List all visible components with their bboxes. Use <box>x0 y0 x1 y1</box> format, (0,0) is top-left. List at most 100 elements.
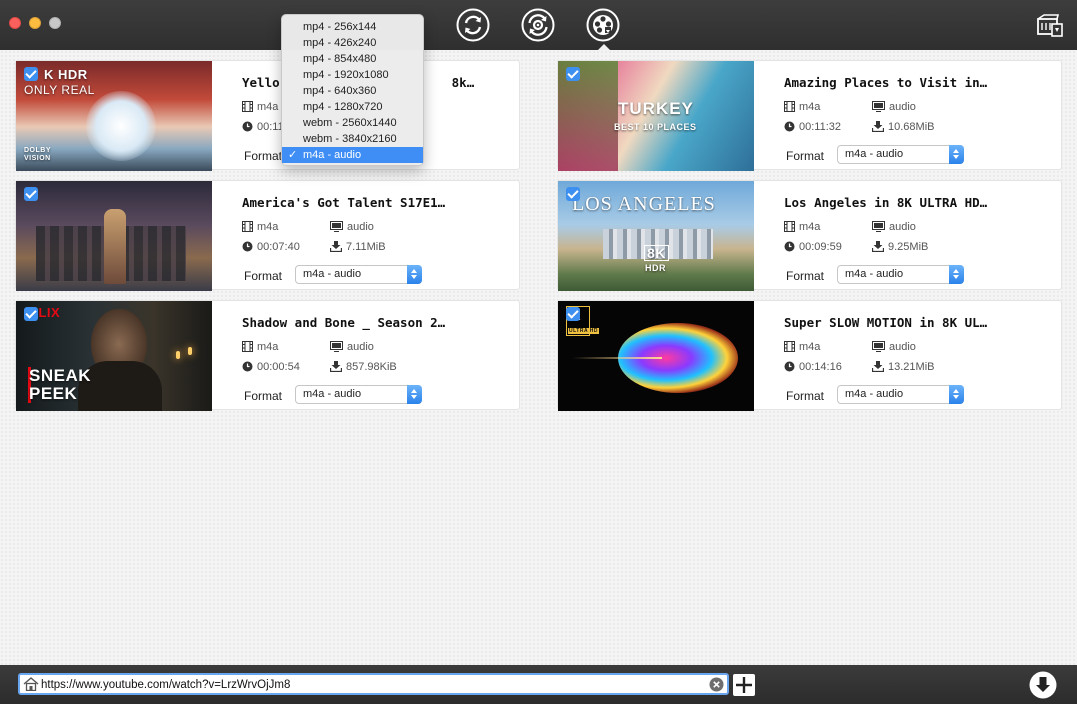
duration: 00:00:54 <box>242 361 300 373</box>
duration: 00:11:32 <box>784 121 841 133</box>
clock-icon <box>784 361 795 372</box>
format-option[interactable]: webm - 2560x1440 <box>282 115 423 131</box>
download-icon <box>330 241 342 252</box>
select-checkbox[interactable] <box>24 187 38 201</box>
video-thumbnail[interactable]: K ULTRA HD <box>558 301 754 411</box>
plus-icon <box>736 677 752 693</box>
video-card[interactable]: K ULTRA HD Super SLOW MOTION in 8K UL… m… <box>557 300 1062 411</box>
video-title: Shadow and Bone _ Season 2… <box>242 315 446 330</box>
media-kind: audio <box>872 341 916 353</box>
clock-icon <box>242 361 253 372</box>
duration: 00:14:16 <box>784 361 842 373</box>
video-card[interactable]: FLIX SNEAK PEEK Shadow and Bone _ Season… <box>15 300 520 411</box>
format-label: Format <box>786 149 825 163</box>
format-label: Format <box>786 269 825 283</box>
video-card[interactable]: LOS ANGELES 8K HDR Los Angeles in 8K ULT… <box>557 180 1062 291</box>
video-library-button[interactable] <box>1036 14 1064 38</box>
clear-icon[interactable] <box>709 677 724 692</box>
refresh-gear-icon <box>521 8 555 42</box>
select-checkbox[interactable] <box>566 187 580 201</box>
format-dropdown-menu: mp4 - 256x144 mp4 - 426x240 mp4 - 854x48… <box>281 14 424 166</box>
video-thumbnail[interactable]: FLIX SNEAK PEEK <box>16 301 212 411</box>
select-checkbox[interactable] <box>566 307 580 321</box>
url-input[interactable] <box>41 676 701 693</box>
thumbnail-text: K HDR <box>44 67 88 82</box>
format-select[interactable]: m4a - audio <box>295 265 422 284</box>
video-thumbnail[interactable]: LOS ANGELES 8K HDR <box>558 181 754 291</box>
media-kind: audio <box>330 221 374 233</box>
add-url-button[interactable] <box>733 674 755 696</box>
thumbnail-text: DOLBY VISION <box>24 147 51 162</box>
format-option[interactable]: mp4 - 854x480 <box>282 51 423 67</box>
download-mode-button[interactable] <box>586 8 620 50</box>
video-title: Amazing Places to Visit in… <box>784 75 988 90</box>
film-icon <box>242 101 253 112</box>
video-list: K HDR ONLY REAL DOLBY VISION Yello 8k… m4… <box>0 50 1077 665</box>
film-clapper-icon <box>1037 14 1063 37</box>
format-select[interactable]: m4a - audio <box>837 385 964 404</box>
file-size: 10.68MiB <box>872 121 934 133</box>
monitor-icon <box>330 221 343 232</box>
format-option[interactable]: mp4 - 1920x1080 <box>282 67 423 83</box>
bottom-bar <box>0 665 1077 704</box>
clock-icon <box>784 241 795 252</box>
format-option[interactable]: mp4 - 426x240 <box>282 35 423 51</box>
format-type: m4a <box>242 101 278 113</box>
video-card[interactable]: America's Got Talent S17E1… m4a audio 00… <box>15 180 520 291</box>
format-select-value: m4a - audio <box>845 148 904 160</box>
format-type: m4a <box>242 221 278 233</box>
download-icon <box>872 241 884 252</box>
format-select-value: m4a - audio <box>845 388 904 400</box>
minimize-window-button[interactable] <box>29 17 41 29</box>
video-title: America's Got Talent S17E1… <box>242 195 446 210</box>
monitor-icon <box>872 221 885 232</box>
format-option-selected[interactable]: ✓ m4a - audio <box>282 147 423 163</box>
video-thumbnail[interactable]: K HDR ONLY REAL DOLBY VISION <box>16 61 212 171</box>
close-window-button[interactable] <box>9 17 21 29</box>
title-bar <box>0 0 1077 50</box>
format-select[interactable]: m4a - audio <box>295 385 422 404</box>
select-checkbox[interactable] <box>566 67 580 81</box>
video-card[interactable]: TURKEY BEST 10 PLACES Amazing Places to … <box>557 60 1062 171</box>
video-title: Los Angeles in 8K ULTRA HD… <box>784 195 988 210</box>
zoom-window-button[interactable] <box>49 17 61 29</box>
video-thumbnail[interactable] <box>16 181 212 291</box>
monitor-icon <box>330 341 343 352</box>
file-size: 13.21MiB <box>872 361 934 373</box>
download-icon <box>872 361 884 372</box>
format-option[interactable]: webm - 3840x2160 <box>282 131 423 147</box>
video-thumbnail[interactable]: TURKEY BEST 10 PLACES <box>558 61 754 171</box>
thumbnail-text: ULTRA HD <box>568 328 599 334</box>
select-arrows-icon <box>407 265 422 284</box>
duration: 00:07:40 <box>242 241 300 253</box>
film-icon <box>784 341 795 352</box>
thumbnail-text: 8K <box>644 245 669 261</box>
convert-settings-button[interactable] <box>521 8 555 42</box>
film-icon <box>784 101 795 112</box>
media-kind: audio <box>872 101 916 113</box>
format-select[interactable]: m4a - audio <box>837 265 964 284</box>
thumbnail-text: PEEK <box>29 384 78 403</box>
select-arrows-icon <box>949 265 964 284</box>
format-select-value: m4a - audio <box>303 388 362 400</box>
format-select[interactable]: m4a - audio <box>837 145 964 164</box>
film-icon <box>242 221 253 232</box>
format-option[interactable]: mp4 - 1280x720 <box>282 99 423 115</box>
checkmark-icon: ✓ <box>288 149 298 161</box>
film-reel-download-icon <box>586 8 620 42</box>
thumbnail-text: TURKEY <box>618 99 694 118</box>
select-checkbox[interactable] <box>24 67 38 81</box>
select-checkbox[interactable] <box>24 307 38 321</box>
file-size: 7.11MiB <box>330 241 386 253</box>
duration: 00:11 <box>242 121 284 133</box>
format-type: m4a <box>242 341 278 353</box>
convert-button[interactable] <box>456 8 490 42</box>
url-field[interactable] <box>18 673 729 695</box>
file-size: 9.25MiB <box>872 241 928 253</box>
format-option[interactable]: mp4 - 256x144 <box>282 19 423 35</box>
start-download-button[interactable] <box>1029 671 1057 699</box>
format-option[interactable]: mp4 - 640x360 <box>282 83 423 99</box>
format-select-value: m4a - audio <box>845 268 904 280</box>
clock-icon <box>242 241 253 252</box>
video-card[interactable]: K HDR ONLY REAL DOLBY VISION Yello 8k… m4… <box>15 60 520 171</box>
